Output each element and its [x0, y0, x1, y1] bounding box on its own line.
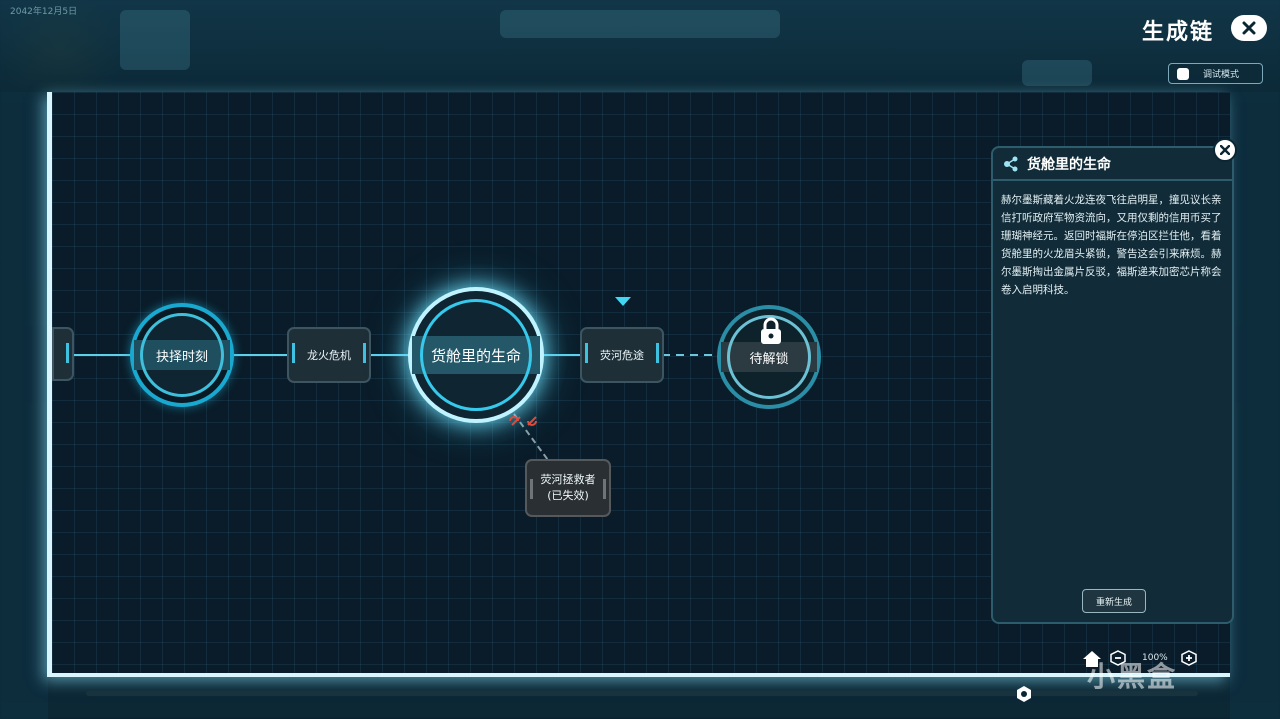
lock-icon [761, 317, 781, 344]
background-left-panel [0, 92, 48, 719]
chain-node-label: 抉择时刻 [155, 349, 208, 365]
chain-node-label: 待解锁 [749, 351, 789, 367]
branch-node-title: 荧河拯救者 [540, 473, 596, 486]
chain-node-4[interactable]: 荧河危途 [580, 327, 664, 383]
chain-node-1[interactable]: 抉择时刻 [130, 303, 234, 407]
chain-node-branch-invalid[interactable]: 荧河拯救者 (已失效) [525, 459, 611, 517]
panel-description: 赫尔墨斯藏着火龙连夜飞往启明星，撞见议长亲信打听政府军物资流向，又用仅剩的信用币… [1001, 194, 1222, 296]
close-icon [1220, 145, 1230, 155]
debug-mode-label: 调试模式 [1203, 70, 1240, 80]
chain-node-label: 货舱里的生命 [430, 346, 521, 365]
chain-node-selected[interactable]: 货舱里的生命 [408, 287, 544, 423]
panel-header: 货舱里的生命 [993, 148, 1232, 181]
chain-node-label: 荧河危途 [600, 349, 644, 362]
debug-mode-checkbox[interactable] [1177, 67, 1189, 80]
current-position-marker-icon [615, 297, 631, 306]
zoom-in-button[interactable] [1181, 650, 1197, 666]
regenerate-button[interactable]: 重新生成 [1082, 589, 1146, 613]
chain-link [542, 354, 582, 356]
background-search-bar [500, 10, 780, 38]
node-detail-panel: 货舱里的生命 赫尔墨斯藏着火龙连夜飞往启明星，撞见议长亲信打听政府军物资流向，又… [991, 146, 1234, 624]
share-node-icon [1004, 156, 1018, 171]
close-icon [1242, 21, 1256, 35]
scrollbar-thumb[interactable] [1015, 685, 1033, 703]
chain-link [74, 354, 132, 356]
branch-node-status: (已失效) [547, 489, 589, 502]
watermark-logo: 小黑盒 [1087, 660, 1178, 693]
background-date: 2042年12月5日 [10, 7, 78, 17]
background-avatar [120, 10, 190, 70]
close-button[interactable] [1231, 15, 1267, 41]
page-title: 生成链 [1142, 20, 1215, 45]
chain-link [232, 354, 289, 356]
chain-node-locked[interactable]: 待解锁 [717, 305, 821, 409]
chain-node-label: 龙火危机 [307, 349, 351, 362]
chain-node-previous[interactable] [52, 327, 74, 381]
panel-close-button[interactable] [1213, 138, 1237, 162]
broken-link-icon [509, 416, 537, 426]
background-target-button [1022, 60, 1092, 86]
chain-node-2[interactable]: 龙火危机 [287, 327, 371, 383]
background-right-panel [1230, 92, 1280, 719]
debug-mode-toggle[interactable]: 调试模式 [1168, 63, 1263, 84]
chain-link-locked [662, 354, 720, 356]
panel-title: 货舱里的生命 [1027, 156, 1111, 173]
chain-link [369, 354, 411, 356]
